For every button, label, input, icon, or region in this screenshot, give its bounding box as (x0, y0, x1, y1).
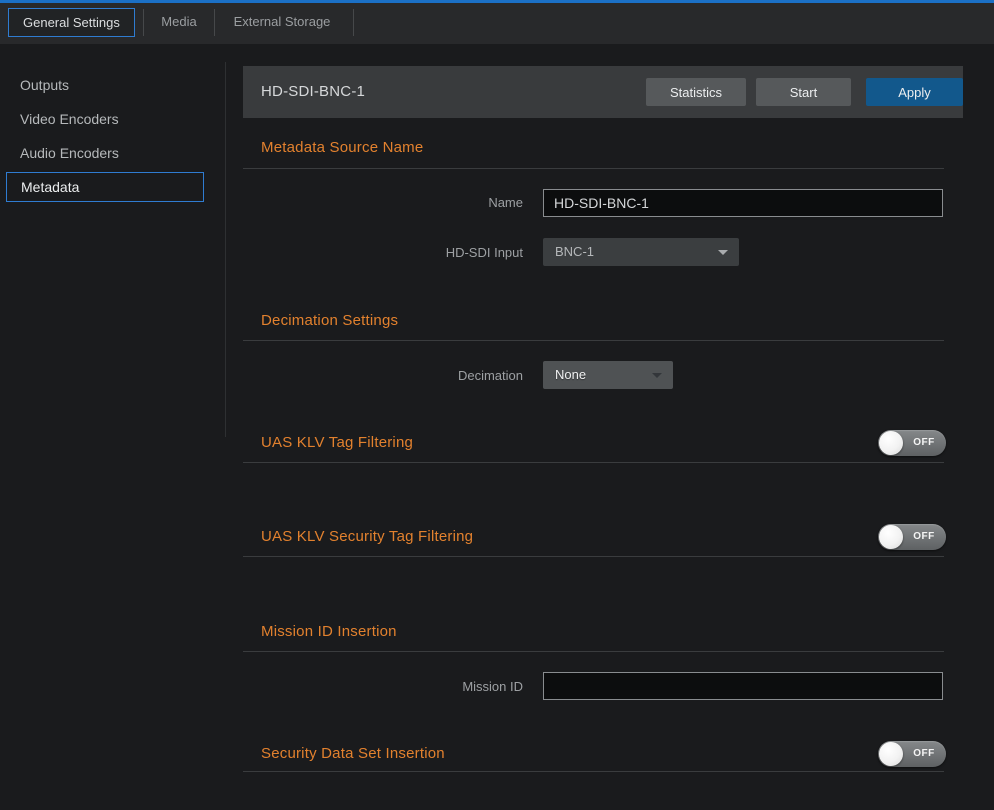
toggle-knob (879, 431, 903, 455)
section-divider (243, 771, 944, 772)
apply-button[interactable]: Apply (866, 78, 963, 106)
uas-klv-security-tag-filtering-toggle[interactable]: OFF (878, 524, 946, 550)
tab-general-settings[interactable]: General Settings (8, 8, 135, 37)
decimation-label: Decimation (323, 368, 523, 384)
tab-separator (214, 9, 215, 36)
tab-media[interactable]: Media (148, 8, 210, 37)
hd-sdi-input-select[interactable]: BNC-1 (543, 238, 739, 266)
sidebar-item-audio-encoders[interactable]: Audio Encoders (20, 145, 119, 162)
section-title-decimation-settings: Decimation Settings (261, 312, 398, 330)
start-button[interactable]: Start (756, 78, 851, 106)
section-title-mission-id-insertion: Mission ID Insertion (261, 623, 397, 641)
page-title: HD-SDI-BNC-1 (261, 66, 365, 118)
decimation-selected-value: None (555, 361, 586, 389)
security-data-set-insertion-toggle[interactable]: OFF (878, 741, 946, 767)
hd-sdi-input-label: HD-SDI Input (323, 245, 523, 261)
toggle-knob (879, 525, 903, 549)
sidebar-item-outputs[interactable]: Outputs (20, 77, 69, 94)
decimation-select[interactable]: None (543, 361, 673, 389)
tab-separator (353, 9, 354, 36)
toggle-state-label: OFF (904, 524, 944, 550)
section-divider (243, 462, 944, 463)
mission-id-input[interactable] (543, 672, 943, 700)
mission-id-label: Mission ID (323, 679, 523, 695)
name-input[interactable] (543, 189, 943, 217)
chevron-down-icon (652, 373, 662, 378)
section-divider (243, 556, 944, 557)
tab-external-storage[interactable]: External Storage (218, 8, 346, 37)
sidebar-item-video-encoders[interactable]: Video Encoders (20, 111, 119, 128)
statistics-button[interactable]: Statistics (646, 78, 746, 106)
sidebar-divider (225, 62, 226, 437)
top-tab-bar: General Settings Media External Storage (0, 0, 994, 44)
toggle-state-label: OFF (904, 741, 944, 767)
section-title-uas-klv-security-tag-filtering: UAS KLV Security Tag Filtering (261, 528, 473, 546)
section-divider (243, 168, 944, 169)
section-divider (243, 340, 944, 341)
sidebar-item-metadata[interactable]: Metadata (6, 172, 204, 202)
toggle-state-label: OFF (904, 430, 944, 456)
chevron-down-icon (718, 250, 728, 255)
tab-separator (143, 9, 144, 36)
uas-klv-tag-filtering-toggle[interactable]: OFF (878, 430, 946, 456)
hd-sdi-input-selected-value: BNC-1 (555, 238, 594, 266)
section-title-uas-klv-tag-filtering: UAS KLV Tag Filtering (261, 434, 413, 452)
section-divider (243, 651, 944, 652)
name-label: Name (323, 195, 523, 211)
section-title-security-data-set-insertion: Security Data Set Insertion (261, 745, 445, 763)
panel-header-bar: HD-SDI-BNC-1 Statistics Start Apply (243, 66, 963, 118)
section-title-metadata-source-name: Metadata Source Name (261, 139, 423, 157)
toggle-knob (879, 742, 903, 766)
